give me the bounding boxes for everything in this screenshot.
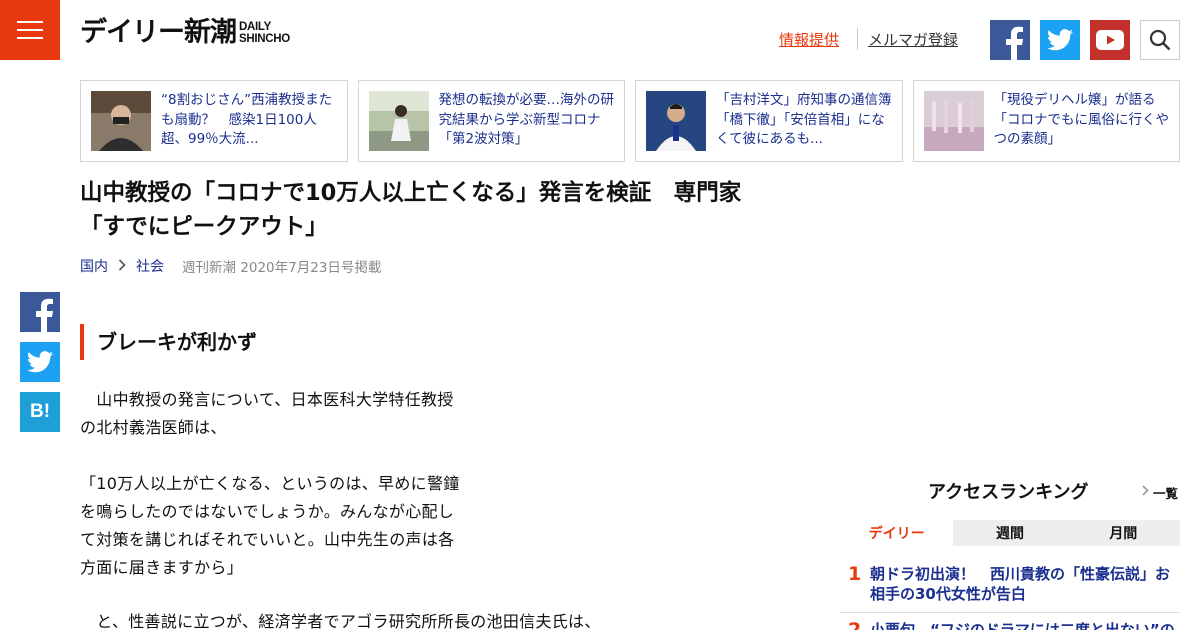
featured-card-text: 「吉村洋文」府知事の通信簿 「橋下徹」「安倍首相」になくて彼にあるも... — [716, 92, 892, 147]
featured-card[interactable]: 「吉村洋文」府知事の通信簿 「橋下徹」「安倍首相」になくて彼にあるも... — [635, 80, 903, 162]
featured-thumbnail — [646, 91, 706, 151]
featured-card-text: “8割おじさん”西浦教授またも扇動？ 感染1日100人超、99％大流... — [161, 92, 333, 147]
breadcrumb-society-link[interactable]: 社会 — [136, 256, 164, 276]
hatena-bookmark-icon: B! — [29, 401, 51, 422]
article-paragraph-1: 山中教授の発言について、日本医科大学特任教授 の北村義浩医師は、 — [80, 386, 454, 442]
logo-sub-line-1: DAILY — [239, 21, 271, 33]
featured-thumbnail — [368, 91, 429, 151]
ranking-item-title: 小栗旬、“フジのドラマには二度と出ない”の激怒 — [870, 621, 1175, 630]
featured-thumbnail — [923, 91, 984, 151]
menu-button[interactable] — [0, 0, 60, 60]
share-hatena-button[interactable]: B! — [20, 392, 60, 432]
logo-sub-text: DAILY SHINCHO — [239, 21, 290, 45]
facebook-icon — [36, 298, 53, 332]
paragraph-line: の北村義浩医師は、 — [80, 418, 227, 437]
paragraph-line: て対策を講じればそれでいいと。山中先生の声は各 — [80, 530, 455, 549]
facebook-icon — [1006, 26, 1023, 60]
paragraph-line: 方面に届きますから」 — [80, 558, 244, 577]
ranking-number: 1 — [848, 563, 862, 585]
ranking-title: アクセスランキング — [928, 482, 1089, 503]
featured-card[interactable]: 「現役デリヘル嬢」が語る「コロナでもに風俗に行くやつの素顔」 — [912, 80, 1180, 162]
ranking-number: 2 — [848, 619, 862, 630]
newsletter-link[interactable]: メルマガ登録 — [868, 29, 958, 50]
chevron-right-icon — [1142, 485, 1149, 500]
facebook-button[interactable] — [990, 20, 1030, 60]
ranking-item-title: 朝ドラ初出演！ 西川貴教の「性豪伝説」お相手の30代女性が告白 — [870, 565, 1171, 603]
publication-info: 週刊新潮 2020年7月23日号掲載 — [182, 260, 382, 276]
search-button[interactable] — [1140, 20, 1180, 60]
featured-card-text: 発想の転換が必要…海外の研究結果から学ぶ新型コロナ「第2波対策」 — [438, 92, 615, 147]
ranking-item[interactable]: 1 朝ドラ初出演！ 西川貴教の「性豪伝説」お相手の30代女性が告白 — [848, 564, 1180, 604]
paragraph-line: 「10万人以上が亡くなる、というのは、早めに警鐘 — [80, 474, 460, 493]
ranking-item[interactable]: 2 小栗旬、“フジのドラマには二度と出ない”の激怒 — [848, 620, 1180, 630]
article-paragraph-2: 「10万人以上が亡くなる、というのは、早めに警鐘 を鳴らしたのではないでしょうか… — [80, 470, 460, 582]
logo-main-text: デイリー新潮 — [80, 17, 237, 48]
article-title: 山中教授の「コロナで10万人以上亡くなる」発言を検証 専門家「すでにピークアウト… — [80, 180, 742, 240]
paragraph-line: と、性善説に立つが、経済学者でアゴラ研究所所長の池田信夫氏は、 — [80, 612, 601, 630]
featured-card-text: 「現役デリヘル嬢」が語る「コロナでもに風俗に行くやつの素顔」 — [993, 92, 1170, 147]
twitter-icon — [1047, 29, 1073, 51]
share-facebook-button[interactable] — [20, 292, 60, 332]
tab-weekly[interactable]: 週間 — [953, 520, 1067, 546]
ranking-more-link[interactable]: 一覧 — [1142, 483, 1178, 502]
search-icon — [1149, 29, 1171, 51]
twitter-button[interactable] — [1040, 20, 1080, 60]
tab-monthly[interactable]: 月間 — [1066, 520, 1180, 546]
ranking-divider — [840, 612, 1180, 613]
ranking-more-label: 一覧 — [1153, 486, 1179, 501]
menu-icon-bar — [17, 21, 43, 23]
chevron-right-icon — [118, 258, 126, 274]
section-heading: ブレーキが利かず — [80, 324, 257, 360]
menu-icon-bar — [17, 29, 43, 31]
header-link-divider — [857, 28, 858, 50]
paragraph-line: を鳴らしたのではないでしょうか。みんなが心配し — [80, 502, 455, 521]
featured-thumbnail — [91, 91, 151, 151]
share-twitter-button[interactable] — [20, 342, 60, 382]
info-submit-link[interactable]: 情報提供 — [779, 29, 839, 50]
breadcrumb: 国内 社会 週刊新潮 2020年7月23日号掲載 — [80, 256, 381, 276]
article-paragraph-3: と、性善説に立つが、経済学者でアゴラ研究所所長の池田信夫氏は、 — [80, 608, 601, 630]
featured-articles: “8割おじさん”西浦教授またも扇動？ 感染1日100人超、99％大流... 発想… — [80, 80, 1180, 162]
youtube-icon — [1096, 30, 1124, 50]
featured-card[interactable]: 発想の転換が必要…海外の研究結果から学ぶ新型コロナ「第2波対策」 — [357, 80, 625, 162]
tab-daily[interactable]: デイリー — [840, 520, 954, 546]
menu-icon-bar — [17, 37, 43, 39]
ranking-tabs: デイリー 週間 月間 — [840, 520, 1180, 546]
site-logo[interactable]: デイリー新潮 DAILY SHINCHO — [80, 18, 290, 48]
twitter-icon — [27, 351, 53, 373]
logo-sub-line-2: SHINCHO — [239, 33, 290, 45]
paragraph-line: 山中教授の発言について、日本医科大学特任教授 — [80, 390, 454, 409]
featured-card[interactable]: “8割おじさん”西浦教授またも扇動？ 感染1日100人超、99％大流... — [80, 80, 348, 162]
youtube-button[interactable] — [1090, 20, 1130, 60]
breadcrumb-domestic-link[interactable]: 国内 — [80, 256, 108, 276]
